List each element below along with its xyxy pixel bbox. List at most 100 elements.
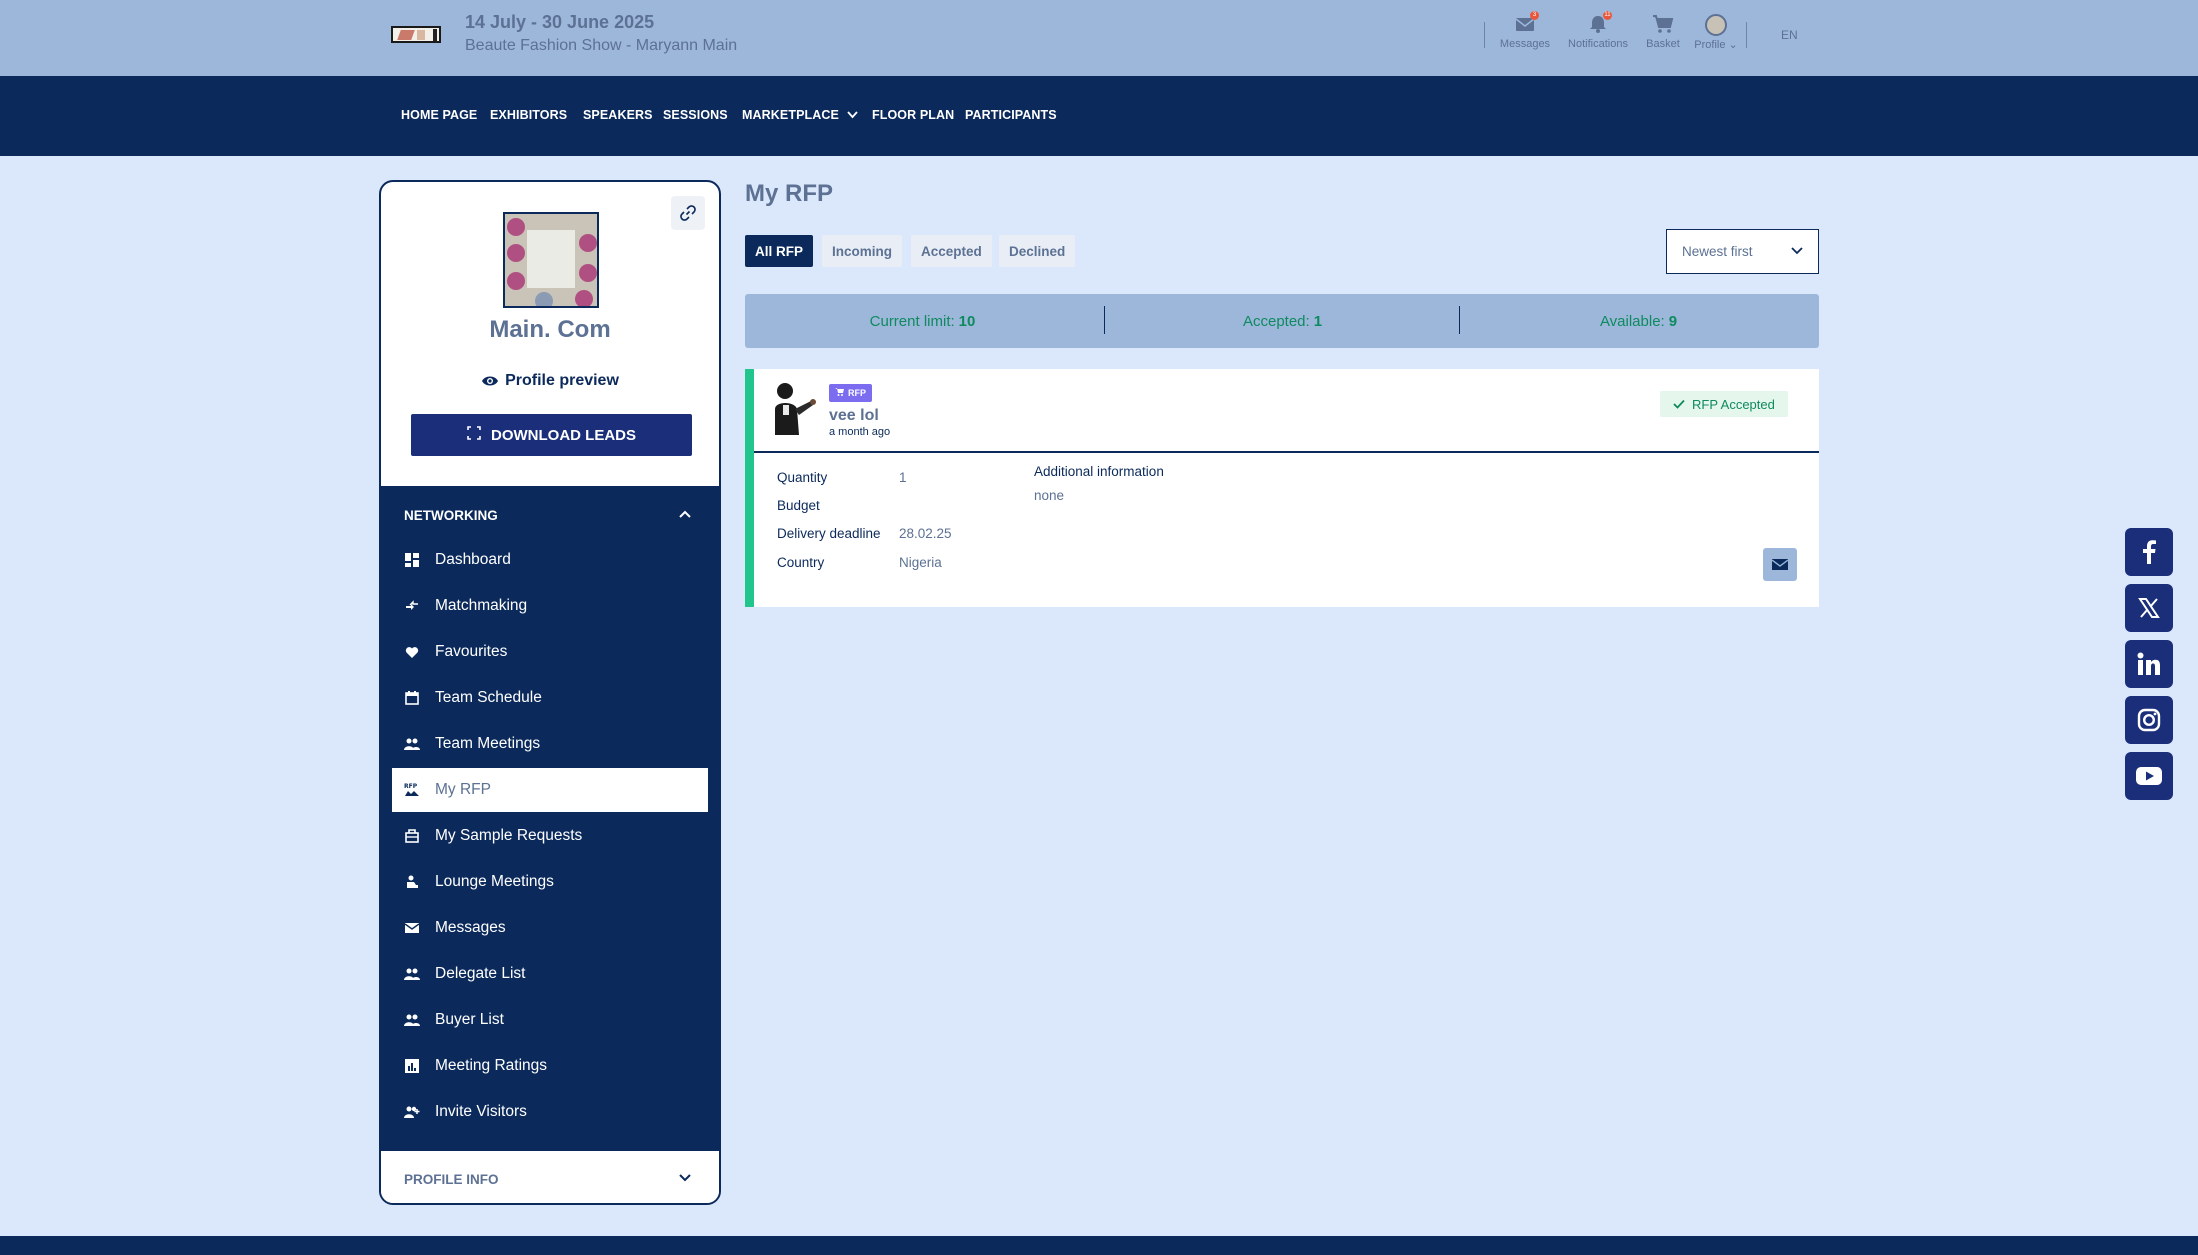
profile-avatar-wrap [1705, 14, 1727, 36]
rfp-icon: RFP [404, 782, 420, 798]
sidebar-item-messages[interactable]: Messages [392, 906, 708, 950]
sidebar-item-delegate-list[interactable]: Delegate List [392, 952, 708, 996]
profile-label-wrap: Profile ⌄ [1692, 38, 1740, 51]
event-name: Beaute Fashion Show - Maryann Main [465, 37, 738, 54]
quantity-value: 1 [899, 470, 907, 485]
requester-name[interactable]: vee lol [829, 407, 879, 425]
cart-icon [1652, 14, 1674, 34]
profile-info-section[interactable]: PROFILE INFO [381, 1151, 719, 1203]
status-label: RFP Accepted [1692, 396, 1775, 412]
available-value: 9 [1668, 312, 1678, 330]
nav-floor-plan[interactable]: FLOOR PLAN [872, 108, 954, 122]
tab-accepted[interactable]: Accepted [911, 235, 992, 267]
request-time: a month ago [829, 426, 891, 438]
eye-icon [481, 374, 499, 393]
nav-exhibitors[interactable]: EXHIBITORS [490, 108, 567, 122]
sort-select-value: Newest first [1682, 244, 1753, 259]
people-icon [404, 1012, 420, 1028]
sidebar-item-label: Team Meetings [435, 735, 541, 752]
nav-sessions[interactable]: SESSIONS [663, 108, 728, 122]
status-badge: RFP Accepted [1660, 391, 1788, 417]
sidebar-item-lounge-meetings[interactable]: Lounge Meetings [392, 860, 708, 904]
calendar-icon [404, 690, 420, 706]
sidebar-item-team-meetings[interactable]: Team Meetings [392, 722, 708, 766]
sidebar-item-team-schedule[interactable]: Team Schedule [392, 676, 708, 720]
basket-button[interactable]: Basket [1643, 14, 1683, 50]
sidebar-item-label: Meeting Ratings [435, 1057, 548, 1074]
profile-preview-link[interactable]: Profile preview [381, 372, 719, 393]
sidebar-item-buyer-list[interactable]: Buyer List [392, 998, 708, 1042]
notifications-button[interactable]: 11 Notifications [1564, 11, 1632, 50]
invite-icon [404, 1104, 420, 1120]
language-selector[interactable]: EN [1781, 28, 1798, 42]
rfp-limits-bar: Current limit: 10 Accepted: 1 Available: 9 [745, 294, 1819, 348]
nav-home[interactable]: HOME PAGE [401, 108, 477, 122]
avatar [1705, 14, 1727, 36]
sidebar-item-label: Delegate List [435, 965, 526, 982]
tab-incoming[interactable]: Incoming [822, 235, 902, 267]
sidebar-item-label: Team Schedule [435, 689, 542, 706]
tab-declined[interactable]: Declined [999, 235, 1076, 267]
quantity-label: Quantity [777, 470, 828, 485]
divider [1459, 306, 1460, 334]
chevron-down-icon [678, 1170, 692, 1188]
current-limit-label: Current limit: [869, 312, 955, 330]
top-bar: 14 July - 30 June 2025 Beaute Fashion Sh… [0, 0, 2198, 76]
available-label: Available: [1599, 312, 1665, 330]
sidebar-item-matchmaking[interactable]: Matchmaking [392, 584, 708, 628]
chevron-down-icon [1790, 244, 1804, 259]
x-icon[interactable] [2125, 584, 2173, 632]
linkedin-icon[interactable] [2125, 640, 2173, 688]
instagram-icon[interactable] [2125, 696, 2173, 744]
networking-section: NETWORKING Dashboard Matchmaking Favouri… [381, 486, 719, 1151]
avatar[interactable] [767, 379, 821, 435]
youtube-icon[interactable] [2125, 752, 2173, 800]
networking-title[interactable]: NETWORKING [404, 508, 498, 523]
country-value: Nigeria [899, 555, 942, 570]
download-leads-button[interactable]: DOWNLOAD LEADS [411, 414, 692, 456]
country-label: Country [777, 555, 825, 570]
event-dates: 14 July - 30 June 2025 [465, 12, 655, 32]
sidebar-item-label: My RFP [435, 781, 491, 798]
profile-button[interactable]: Profile ⌄ [1692, 14, 1740, 51]
sidebar-item-my-sample-requests[interactable]: My Sample Requests [392, 814, 708, 858]
sidebar-item-meeting-ratings[interactable]: Meeting Ratings [392, 1044, 708, 1088]
nav-speakers[interactable]: SPEAKERS [583, 108, 653, 122]
divider [1484, 22, 1485, 48]
envelope-icon: 3 [1514, 11, 1539, 34]
sidebar-panel: Main. Com Profile preview DOWNLOAD LEADS… [379, 180, 721, 1205]
sort-select[interactable]: Newest first [1666, 229, 1819, 274]
copy-link-button[interactable] [671, 196, 705, 230]
tab-all-rfp[interactable]: All RFP [745, 235, 814, 267]
sidebar-item-label: Matchmaking [435, 597, 528, 614]
sidebar-item-label: Lounge Meetings [435, 873, 554, 890]
sidebar-item-dashboard[interactable]: Dashboard [392, 538, 708, 582]
event-logo[interactable] [391, 26, 441, 43]
messages-label: Messages [1499, 38, 1551, 50]
sidebar-item-invite-visitors[interactable]: Invite Visitors [392, 1090, 708, 1134]
basket-label: Basket [1646, 38, 1680, 50]
bell-icon: 11 [1587, 11, 1612, 34]
nav-marketplace[interactable]: MARKETPLACE [742, 108, 858, 122]
link-icon [680, 205, 696, 221]
chevron-up-icon[interactable] [678, 506, 692, 524]
nav-marketplace-label: MARKETPLACE [742, 108, 839, 122]
facebook-icon[interactable] [2125, 528, 2173, 576]
page-title: My RFP [745, 180, 834, 207]
messages-button[interactable]: 3 Messages [1498, 11, 1552, 50]
check-icon [1673, 397, 1685, 412]
lounge-icon [404, 874, 420, 890]
send-message-button[interactable] [1763, 548, 1797, 581]
rfp-badge: RFP [829, 384, 872, 402]
deadline-value: 28.02.25 [899, 526, 952, 541]
team-icon [404, 736, 420, 752]
sidebar-item-label: Messages [435, 919, 506, 936]
sidebar-item-label: Favourites [435, 643, 508, 660]
download-leads-label: DOWNLOAD LEADS [491, 426, 636, 444]
sidebar-item-my-rfp[interactable]: RFP My RFP [392, 768, 708, 812]
notifications-badge: 11 [1603, 11, 1612, 20]
sidebar-item-favourites[interactable]: Favourites [392, 630, 708, 674]
nav-participants[interactable]: PARTICIPANTS [965, 108, 1057, 122]
cart-icon [835, 388, 844, 398]
sidebar-item-label: My Sample Requests [435, 827, 583, 844]
